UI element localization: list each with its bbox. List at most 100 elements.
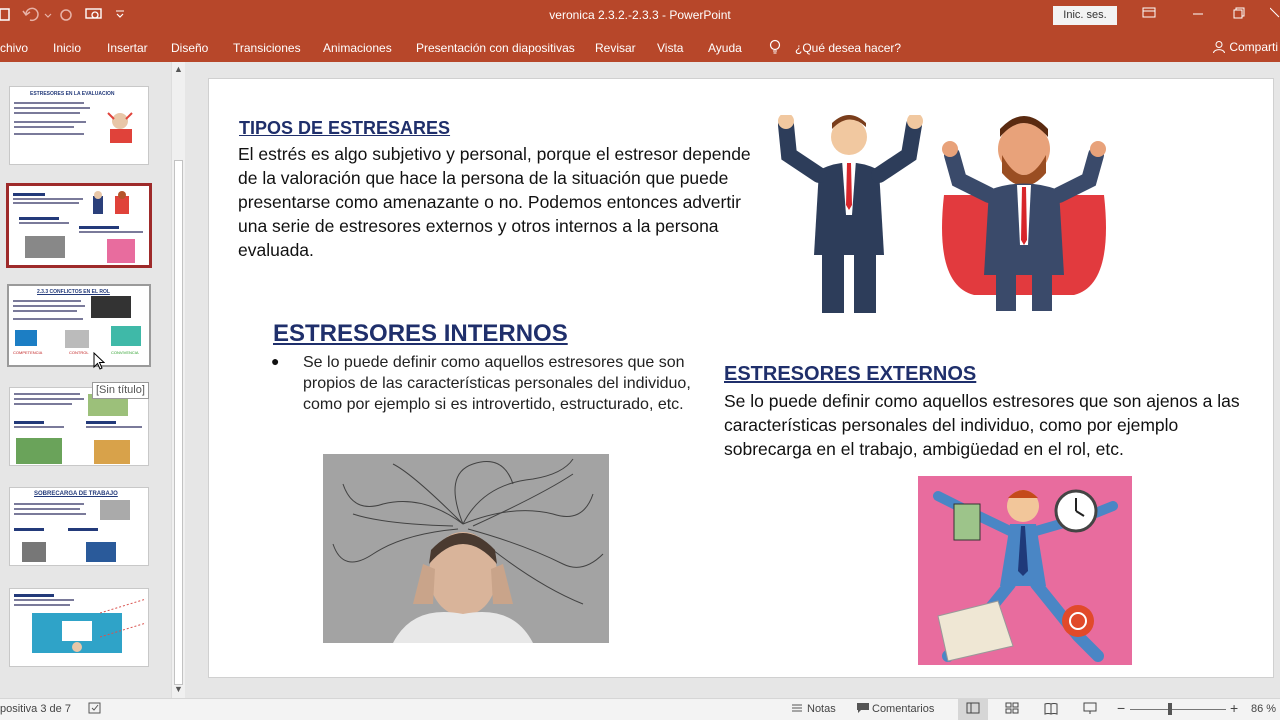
slide-thumbnail-6[interactable]: SOBRECARGA DE TRABAJO: [9, 487, 149, 566]
slide-counter: positiva 3 de 7: [0, 703, 71, 715]
normal-view-icon[interactable]: [966, 702, 980, 718]
thumbnail-text-line: [14, 126, 74, 128]
thumbnail-heading-line: [19, 217, 59, 220]
slide-heading-tipos[interactable]: TIPOS DE ESTRESARES: [239, 118, 450, 139]
thumbnail-scrollbar[interactable]: ▲ ▼: [171, 62, 185, 698]
tab-presentacion[interactable]: Presentación con diapositivas: [416, 41, 575, 55]
current-slide[interactable]: TIPOS DE ESTRESARES El estrés es algo su…: [208, 78, 1274, 678]
scroll-up-icon[interactable]: ▲: [174, 64, 183, 74]
zoom-slider-track[interactable]: [1130, 709, 1226, 710]
zoom-out-button[interactable]: −: [1117, 700, 1125, 716]
slide-heading-externos[interactable]: ESTRESORES EXTERNOS: [724, 363, 976, 386]
thumbnail-image: [25, 236, 65, 258]
thumbnail-heading-line: [13, 193, 45, 196]
slide-heading-internos[interactable]: ESTRESORES INTERNOS: [273, 320, 568, 348]
thumbnail-image: [65, 330, 89, 348]
thumbnail-image: [86, 542, 116, 562]
zoom-slider-thumb[interactable]: [1168, 703, 1172, 715]
person-icon: [1213, 41, 1225, 54]
notes-button[interactable]: Notas: [807, 703, 836, 715]
thumbnail-text-line: [79, 231, 143, 233]
thumbnail-text-line: [14, 599, 74, 601]
stressed-man-photo[interactable]: [323, 454, 609, 643]
thumbnail-text-line: [14, 121, 86, 123]
thumbnail-heading-line: [79, 226, 119, 229]
thumbnail-text-line: [14, 107, 90, 109]
title-bar: veronica 2.3.2.-2.3.3 - PowerPoint Inic.…: [0, 0, 1280, 32]
tab-vista[interactable]: Vista: [657, 41, 683, 55]
thumbnail-text-line: [14, 112, 80, 114]
tab-animaciones[interactable]: Animaciones: [323, 41, 392, 55]
thumbnail-image: [16, 438, 62, 464]
notes-icon[interactable]: [790, 702, 804, 717]
slide-paragraph-externos[interactable]: Se lo puede definir como aquellos estres…: [724, 389, 1244, 461]
accessibility-check-icon[interactable]: [88, 701, 102, 718]
thumbnail-heading-line: [14, 594, 54, 597]
thumbnail-tooltip: [Sin título]: [92, 382, 149, 399]
tab-transiciones[interactable]: Transiciones: [233, 41, 301, 55]
thumbnail-text-line: [13, 318, 83, 320]
ribbon-display-options-icon[interactable]: [1142, 7, 1156, 22]
thumbnail-image: [87, 190, 137, 216]
thumbnail-text-line: [14, 503, 84, 505]
tab-insertar[interactable]: Insertar: [107, 41, 148, 55]
thumbnail-text-line: [13, 300, 81, 302]
scroll-down-icon[interactable]: ▼: [174, 684, 183, 694]
slide-thumbnail-pane: ESTRESORES EN LA EVALUACION 2.3.3 CONFLI…: [0, 62, 190, 698]
thumbnail-text-line: [13, 198, 83, 200]
thumbnail-title: 2.3.3 CONFLICTOS EN EL ROL: [37, 289, 110, 295]
tell-me-search[interactable]: ¿Qué desea hacer?: [795, 41, 901, 55]
thumbnail-image: [111, 326, 141, 346]
restore-icon[interactable]: [1233, 7, 1245, 22]
tab-archivo[interactable]: chivo: [0, 41, 28, 55]
thumbnail-heading-line: [68, 528, 98, 531]
comments-icon[interactable]: [856, 702, 870, 717]
close-icon[interactable]: [1269, 7, 1280, 22]
thumbnail-heading-line: [14, 528, 44, 531]
lightbulb-icon[interactable]: [769, 39, 781, 58]
thumbnail-text-line: [14, 403, 72, 405]
thumbnail-label: CONVIVENCIA: [111, 350, 139, 355]
slide-paragraph-internos[interactable]: Se lo puede definir como aquellos estres…: [303, 352, 699, 415]
thumbnail-image: [22, 542, 46, 562]
thumbnail-image: [91, 296, 131, 318]
thumbnail-text-line: [13, 310, 77, 312]
tab-diseno[interactable]: Diseño: [171, 41, 208, 55]
mouse-pointer-icon: [93, 351, 106, 375]
slide-thumbnail-2[interactable]: ESTRESORES EN LA EVALUACION: [9, 86, 149, 165]
ribbon-tabs: chivo Inicio Insertar Diseño Transicione…: [0, 32, 1280, 62]
businessmen-illustration[interactable]: [774, 113, 1154, 315]
status-bar: positiva 3 de 7 Notas Comentarios − + 86…: [0, 698, 1280, 720]
thumbnail-text-line: [14, 426, 64, 428]
thumbnail-text-line: [13, 305, 85, 307]
tab-inicio[interactable]: Inicio: [53, 41, 81, 55]
slide-paragraph-intro[interactable]: El estrés es algo subjetivo y personal, …: [238, 142, 763, 262]
zoom-in-button[interactable]: +: [1230, 700, 1238, 716]
thumbnail-text-line: [14, 604, 70, 606]
slideshow-view-icon[interactable]: [1083, 702, 1097, 718]
overloaded-man-illustration[interactable]: [918, 476, 1132, 665]
thumbnail-image: [94, 440, 130, 464]
slide-thumbnail-7[interactable]: [9, 588, 149, 667]
thumbnail-title: SOBRECARGA DE TRABAJO: [34, 491, 118, 497]
slide-sorter-icon[interactable]: [1005, 702, 1019, 718]
sign-in-button[interactable]: Inic. ses.: [1053, 6, 1117, 25]
slide-thumbnail-3[interactable]: [6, 183, 152, 268]
scrollbar-thumb[interactable]: [174, 160, 183, 685]
share-button[interactable]: Comparti: [1212, 40, 1278, 54]
comments-button[interactable]: Comentarios: [872, 703, 934, 715]
bullet-icon: ●: [271, 353, 280, 369]
zoom-level[interactable]: 86 %: [1251, 703, 1276, 715]
thumbnail-title: ESTRESORES EN LA EVALUACION: [30, 91, 115, 97]
reading-view-icon[interactable]: [1044, 702, 1058, 718]
thumbnail-text-line: [14, 508, 80, 510]
thumbnail-heading-line: [14, 421, 44, 424]
thumbnail-text-line: [14, 393, 80, 395]
slide-thumbnail-4[interactable]: 2.3.3 CONFLICTOS EN EL ROL COMPETENCIA C…: [7, 284, 151, 367]
thumbnail-text-line: [14, 102, 84, 104]
tab-revisar[interactable]: Revisar: [595, 41, 636, 55]
minimize-icon[interactable]: [1192, 7, 1204, 22]
tab-ayuda[interactable]: Ayuda: [708, 41, 742, 55]
thumbnail-text-line: [86, 426, 142, 428]
thumbnail-image: [100, 500, 130, 520]
